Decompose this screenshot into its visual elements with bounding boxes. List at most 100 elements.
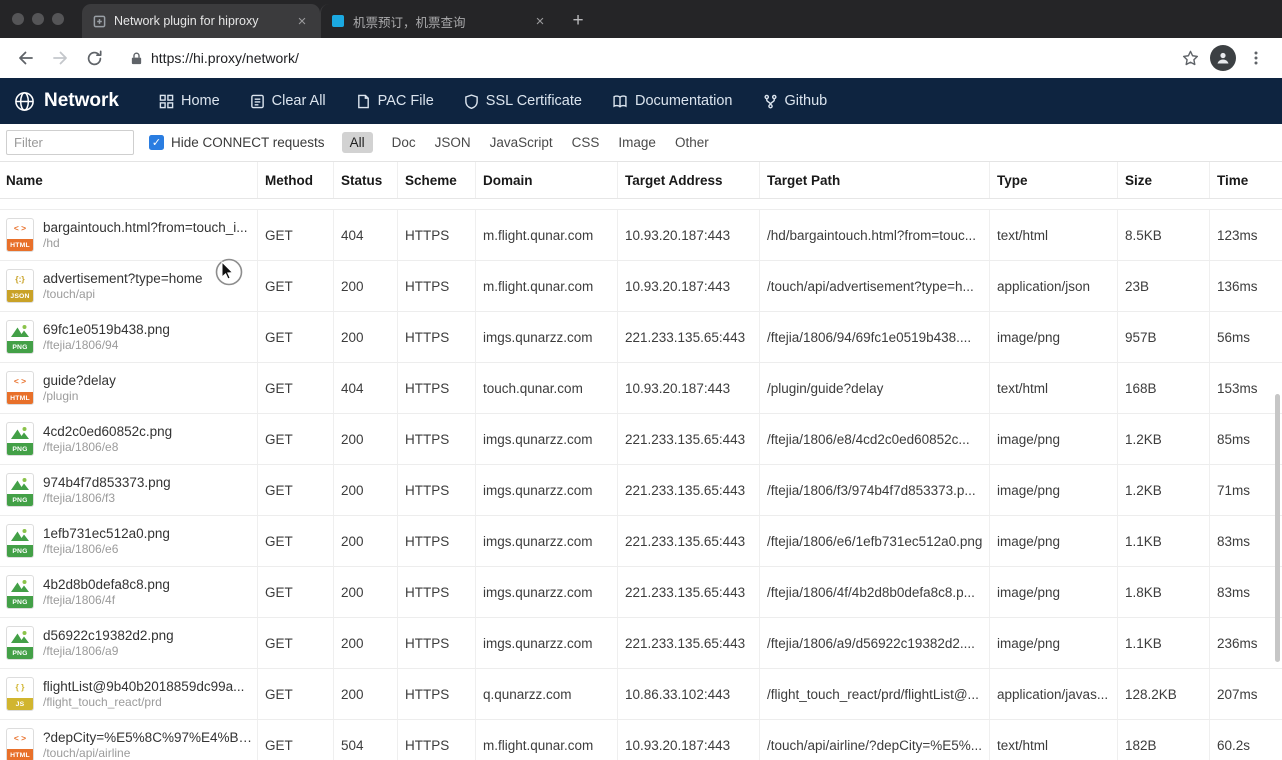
table-row[interactable]: PNG4b2d8b0defa8c8.png/ftejia/1806/4fGET2… (0, 566, 1282, 617)
cell-scheme: HTTPS (398, 669, 476, 719)
table-row[interactable]: {:}JSONadvertisement?type=home/touch/api… (0, 260, 1282, 311)
cell-scheme: HTTPS (398, 210, 476, 260)
table-row[interactable]: PNG69fc1e0519b438.png/ftejia/1806/94GET2… (0, 311, 1282, 362)
table-row[interactable]: PNGd56922c19382d2.png/ftejia/1806/a9GET2… (0, 617, 1282, 668)
cell-address: 10.93.20.187:443 (618, 261, 760, 311)
cell-size: 182B (1118, 720, 1210, 760)
cell-status: 200 (334, 414, 398, 464)
request-name: advertisement?type=home (43, 270, 202, 287)
request-path: /touch/api/airline (43, 746, 257, 760)
table-row[interactable]: < >HTMLbargaintouch.html?from=touch_i...… (0, 209, 1282, 260)
cell-time: 153ms (1210, 363, 1282, 413)
cell-status: 200 (334, 465, 398, 515)
cell-time: 56ms (1210, 312, 1282, 362)
nav-item-home[interactable]: Home (159, 93, 220, 109)
column-header-target-path: Target Path (760, 162, 990, 198)
cell-address: 10.93.20.187:443 (618, 210, 760, 260)
cell-type: text/html (990, 363, 1118, 413)
column-header-domain: Domain (476, 162, 618, 198)
request-name: guide?delay (43, 372, 116, 389)
cell-target-path: /flight_touch_react/prd/flightList@... (760, 669, 990, 719)
filter-tab-css[interactable]: CSS (572, 132, 600, 153)
hide-connect-checkbox[interactable]: ✓ (149, 135, 164, 150)
forward-button[interactable] (46, 44, 74, 72)
back-button[interactable] (12, 44, 40, 72)
cell-size: 1.2KB (1118, 414, 1210, 464)
cell-size: 1.2KB (1118, 465, 1210, 515)
grid-icon (159, 94, 174, 109)
cell-name: PNG4cd2c0ed60852c.png/ftejia/1806/e8 (0, 414, 258, 464)
cell-size: 957B (1118, 312, 1210, 362)
window-zoom-button[interactable] (52, 13, 64, 25)
cell-type: image/png (990, 516, 1118, 566)
shield-icon (464, 94, 479, 109)
cell-time: 207ms (1210, 669, 1282, 719)
nav-item-label: SSL Certificate (486, 93, 582, 109)
cell-target-path: /ftejia/1806/f3/974b4f7d853373.p... (760, 465, 990, 515)
column-header-type: Type (990, 162, 1118, 198)
filter-tab-other[interactable]: Other (675, 132, 709, 153)
browser-tab-network-plugin[interactable]: Network plugin for hiproxy × (82, 4, 320, 38)
table-row[interactable]: < >HTMLguide?delay/pluginGET404HTTPStouc… (0, 362, 1282, 413)
refresh-button[interactable] (80, 44, 108, 72)
cell-domain: m.flight.qunar.com (476, 210, 618, 260)
cell-scheme: HTTPS (398, 720, 476, 760)
window-close-button[interactable] (12, 13, 24, 25)
filter-tab-javascript[interactable]: JavaScript (490, 132, 553, 153)
cell-target-path: /ftejia/1806/4f/4b2d8b0defa8c8.p... (760, 567, 990, 617)
column-header-target-address: Target Address (618, 162, 760, 198)
column-header-time: Time (1210, 162, 1282, 198)
window-controls[interactable] (12, 13, 64, 25)
table-row[interactable]: PNG4cd2c0ed60852c.png/ftejia/1806/e8GET2… (0, 413, 1282, 464)
cell-address: 221.233.135.65:443 (618, 618, 760, 668)
nav-item-github[interactable]: Github (763, 93, 828, 109)
filter-tab-image[interactable]: Image (618, 132, 656, 153)
nav-item-documentation[interactable]: Documentation (612, 93, 733, 109)
nav-item-pac-file[interactable]: PAC File (356, 93, 434, 109)
nav-item-ssl-certificate[interactable]: SSL Certificate (464, 93, 582, 109)
tab-close-icon[interactable]: × (294, 13, 310, 30)
table-row[interactable]: { }JSflightList@9b40b2018859dc99a.../fli… (0, 668, 1282, 719)
tab-close-icon[interactable]: × (532, 13, 548, 30)
cell-method: GET (258, 414, 334, 464)
brand-logo[interactable]: Network (14, 90, 119, 112)
cell-domain: imgs.qunarzz.com (476, 414, 618, 464)
bookmark-star-button[interactable] (1176, 44, 1204, 72)
cell-address: 10.93.20.187:443 (618, 720, 760, 760)
cell-name: {:}JSONadvertisement?type=home/touch/api (0, 261, 258, 311)
browser-menu-button[interactable] (1242, 44, 1270, 72)
js-file-icon: { }JS (6, 677, 34, 711)
new-tab-button[interactable]: + (564, 7, 592, 35)
cell-method: GET (258, 261, 334, 311)
address-bar[interactable]: https://hi.proxy/network/ (120, 43, 1164, 73)
request-path: /flight_touch_react/prd (43, 695, 244, 710)
request-path: /ftejia/1806/94 (43, 338, 170, 353)
cell-domain: m.flight.qunar.com (476, 720, 618, 760)
back-arrow-icon (16, 48, 36, 68)
browser-tab-flight[interactable]: 机票预订，机票查询 × (320, 4, 558, 38)
cell-domain: imgs.qunarzz.com (476, 567, 618, 617)
request-path: /ftejia/1806/a9 (43, 644, 174, 659)
profile-avatar[interactable] (1210, 45, 1236, 71)
clear-icon (250, 94, 265, 109)
filter-tab-all[interactable]: All (342, 132, 373, 153)
cell-address: 221.233.135.65:443 (618, 465, 760, 515)
filter-input[interactable] (6, 130, 134, 155)
cell-time: 123ms (1210, 210, 1282, 260)
nav-item-clear-all[interactable]: Clear All (250, 93, 326, 109)
cell-status: 404 (334, 210, 398, 260)
cell-method: GET (258, 720, 334, 760)
window-minimize-button[interactable] (32, 13, 44, 25)
cell-name: < >HTML?depCity=%E5%8C%97%E4%BA.../touch… (0, 720, 258, 760)
filter-tab-json[interactable]: JSON (435, 132, 471, 153)
cell-status: 200 (334, 567, 398, 617)
cell-size: 128.2KB (1118, 669, 1210, 719)
cell-status: 200 (334, 312, 398, 362)
request-name: 1efb731ec512a0.png (43, 525, 170, 542)
table-row[interactable]: < >HTML?depCity=%E5%8C%97%E4%BA.../touch… (0, 719, 1282, 760)
scrollbar-thumb[interactable] (1275, 394, 1280, 662)
table-row[interactable]: PNG974b4f7d853373.png/ftejia/1806/f3GET2… (0, 464, 1282, 515)
filter-tab-doc[interactable]: Doc (392, 132, 416, 153)
table-row[interactable]: PNG1efb731ec512a0.png/ftejia/1806/e6GET2… (0, 515, 1282, 566)
cell-type: image/png (990, 312, 1118, 362)
